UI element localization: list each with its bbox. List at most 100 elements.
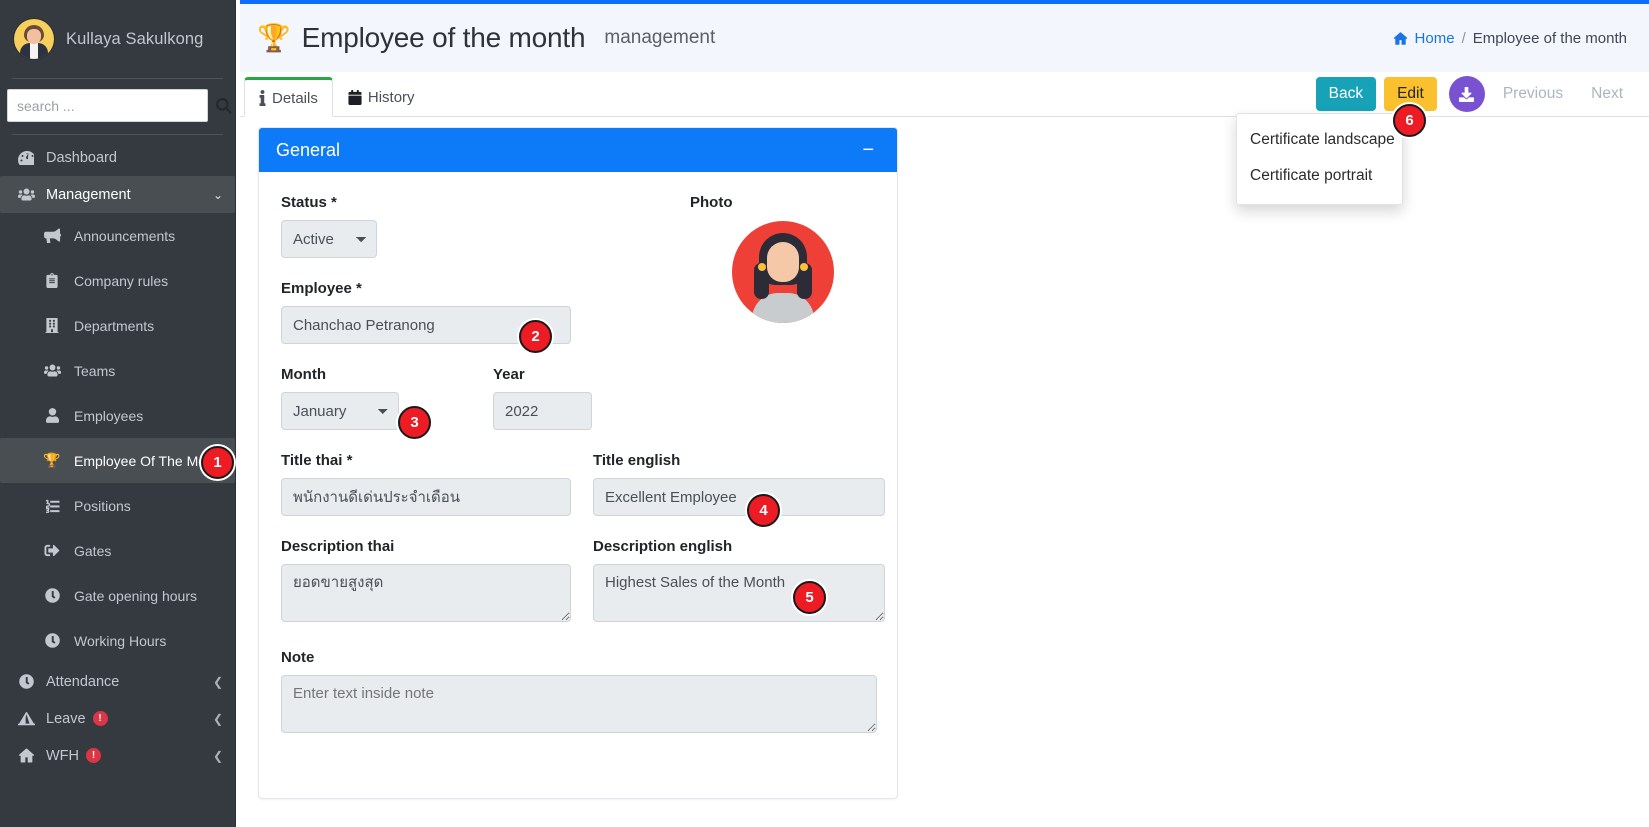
sidebar-search xyxy=(0,79,235,134)
sidebar-item-teams[interactable]: Teams xyxy=(0,348,235,393)
users-icon xyxy=(14,187,38,202)
download-button[interactable] xyxy=(1448,76,1485,112)
sidebar-item-gates[interactable]: Gates xyxy=(0,528,235,573)
note-label: Note xyxy=(281,649,315,666)
month-select[interactable]: January xyxy=(281,392,399,430)
breadcrumb-separator: / xyxy=(1461,29,1466,47)
sidebar-item-leave[interactable]: Leave! ❮ xyxy=(0,700,235,737)
photo-field: Photo xyxy=(690,194,875,323)
month-field: Month January xyxy=(281,366,399,430)
step-marker-6: 6 xyxy=(1393,104,1426,137)
sidebar-item-label: Positions xyxy=(74,497,131,514)
exit-icon xyxy=(40,543,64,558)
description-english-label: Description english xyxy=(593,538,733,555)
year-field: Year xyxy=(493,366,592,430)
general-panel-body: Photo Status * Active Employee * Chancha… xyxy=(259,172,897,774)
sidebar-item-company-rules[interactable]: Company rules xyxy=(0,258,235,303)
sidebar-brand[interactable]: Kullaya Sakulkong xyxy=(0,0,235,78)
note-textarea[interactable] xyxy=(281,675,877,733)
chevron-left-icon: ❮ xyxy=(212,748,223,763)
user-name: Kullaya Sakulkong xyxy=(66,29,204,48)
sidebar-item-label: Teams xyxy=(74,362,116,379)
tab-history[interactable]: History xyxy=(333,77,430,117)
tab-bar: Details History Back Edit Previous Next xyxy=(240,72,1649,117)
page-title: Employee of the month xyxy=(301,22,586,53)
team-icon xyxy=(40,363,64,378)
tab-details[interactable]: Details xyxy=(244,77,333,117)
sidebar-item-label: Working Hours xyxy=(74,632,167,649)
note-field: Note xyxy=(281,649,877,738)
next-button[interactable]: Next xyxy=(1581,77,1633,111)
search-input[interactable] xyxy=(7,89,208,122)
chevron-down-icon: ⌄ xyxy=(212,187,223,202)
sidebar-item-dashboard[interactable]: Dashboard xyxy=(0,139,235,176)
calendar-icon xyxy=(348,89,362,105)
chevron-left-icon: ❮ xyxy=(212,711,223,726)
search-button[interactable] xyxy=(214,92,233,120)
sidebar-item-announcements[interactable]: Announcements xyxy=(0,213,235,258)
avatar xyxy=(14,19,54,59)
clock-icon xyxy=(40,588,64,603)
step-marker-1: 1 xyxy=(201,446,234,479)
description-thai-field: Description thai ยอดขายสูงสุด xyxy=(281,538,571,627)
description-thai-textarea[interactable]: ยอดขายสูงสุด xyxy=(281,564,571,622)
content-area: General − Photo Status * Active Employee… xyxy=(240,117,1649,827)
megaphone-icon xyxy=(40,228,64,243)
sidebar-item-label: Leave xyxy=(46,710,86,727)
sidebar-item-employees[interactable]: Employees xyxy=(0,393,235,438)
ordered-list-icon xyxy=(40,498,64,513)
sidebar-item-label: Attendance xyxy=(46,673,120,690)
sidebar-item-label: Management xyxy=(46,186,131,203)
month-year-row: Month January Year xyxy=(281,366,875,452)
sidebar-item-label: Gates xyxy=(74,542,112,559)
sidebar-item-attendance[interactable]: Attendance ❮ xyxy=(0,663,235,700)
back-button[interactable]: Back xyxy=(1315,77,1377,111)
description-english-field: Description english Highest Sales of the… xyxy=(593,538,885,627)
sidebar-item-label: Employees xyxy=(74,407,144,424)
page-title-group: 🏆 Employee of the month management xyxy=(240,22,715,54)
clipboard-icon xyxy=(40,273,64,288)
sidebar-item-positions[interactable]: Positions xyxy=(0,483,235,528)
building-icon xyxy=(40,318,64,333)
step-marker-3: 3 xyxy=(398,406,431,439)
collapse-button[interactable]: − xyxy=(856,139,880,161)
description-row: Description thai ยอดขายสูงสุด Descriptio… xyxy=(281,538,885,649)
title-thai-field: Title thai * xyxy=(281,452,571,516)
page-subtitle: management xyxy=(604,27,716,48)
sidebar-item-wfh[interactable]: WFH! ❮ xyxy=(0,737,235,774)
breadcrumb-current: Employee of the month xyxy=(1472,29,1627,47)
trophy-icon: 🏆 xyxy=(257,22,291,53)
sidebar-item-management[interactable]: Management ⌄ xyxy=(0,176,235,213)
description-thai-label: Description thai xyxy=(281,538,395,555)
sidebar-nav: Dashboard Management ⌄ Announcements Company… xyxy=(0,135,235,774)
sidebar-item-departments[interactable]: Departments xyxy=(0,303,235,348)
photo-label: Photo xyxy=(690,194,733,211)
previous-button[interactable]: Previous xyxy=(1493,77,1573,111)
dropdown-item-certificate-portrait[interactable]: Certificate portrait xyxy=(1237,158,1402,194)
title-english-input[interactable] xyxy=(593,478,885,516)
sidebar-item-label: Dashboard xyxy=(46,149,117,166)
sidebar-item-working-hours[interactable]: Working Hours xyxy=(0,618,235,663)
sidebar: Kullaya Sakulkong Dashboard Management ⌄ An… xyxy=(0,0,236,827)
year-input[interactable] xyxy=(493,392,592,430)
status-select[interactable]: Active xyxy=(281,220,377,258)
dashboard-icon xyxy=(14,150,38,166)
breadcrumb-home-link[interactable]: Home xyxy=(1415,30,1455,47)
title-english-field: Title english xyxy=(593,452,885,516)
title-english-label: Title english xyxy=(593,452,681,469)
title-thai-input[interactable] xyxy=(281,478,571,516)
tab-history-label: History xyxy=(367,88,415,106)
title-row: Title thai * Title english xyxy=(281,452,885,538)
tab-list: Details History xyxy=(244,77,430,117)
chevron-left-icon: ❮ xyxy=(212,674,223,689)
breadcrumb: Home / Employee of the month xyxy=(1393,30,1649,47)
dropdown-item-certificate-landscape[interactable]: Certificate landscape xyxy=(1237,122,1402,158)
year-label: Year xyxy=(493,366,525,383)
description-english-textarea[interactable]: Highest Sales of the Month xyxy=(593,564,885,622)
general-panel-header: General − xyxy=(259,128,897,172)
sidebar-item-gate-opening-hours[interactable]: Gate opening hours xyxy=(0,573,235,618)
sidebar-item-badge: ! xyxy=(92,711,108,726)
general-panel: General − Photo Status * Active Employee… xyxy=(258,127,898,799)
sidebar-item-employee-of-the-month[interactable]: 🏆 Employee Of The Month xyxy=(0,438,235,483)
step-marker-4: 4 xyxy=(747,494,780,527)
